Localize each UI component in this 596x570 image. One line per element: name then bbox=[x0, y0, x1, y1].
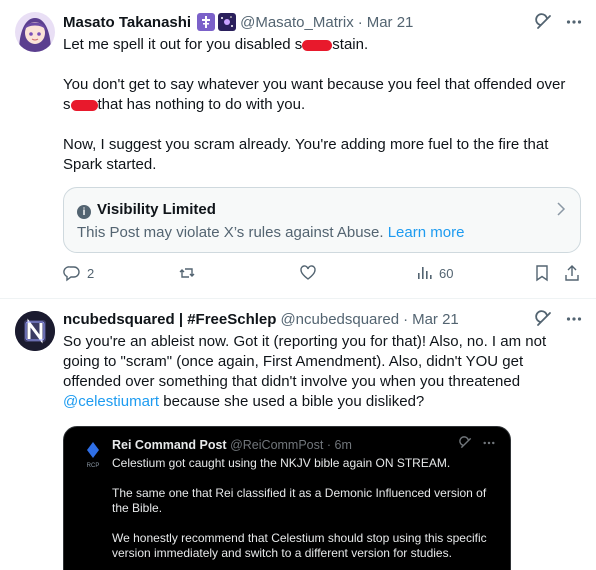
tweet-masato[interactable]: Masato Takanashi @Masato_Matrix · Mar 21… bbox=[0, 0, 596, 299]
grok-icon[interactable] bbox=[534, 309, 554, 329]
tweet-header: ncubedsquared | #FreeSchlep @ncubedsquar… bbox=[63, 309, 584, 329]
info-icon: i bbox=[77, 205, 91, 219]
reply-button[interactable]: 2 bbox=[63, 264, 94, 282]
text-para2-line1: You don't get to say whatever you want b… bbox=[63, 76, 566, 93]
embedded-para1: Celestium got caught using the NKJV bibl… bbox=[112, 456, 451, 470]
like-button[interactable] bbox=[299, 264, 317, 282]
tweet-text: Let me spell it out for you disabled s st… bbox=[63, 35, 582, 175]
bookmark-button[interactable] bbox=[533, 264, 551, 282]
embedded-text: Celestium got caught using the NKJV bibl… bbox=[112, 456, 502, 570]
tweet-ncubedsquared[interactable]: ncubedsquared | #FreeSchlep @ncubedsquar… bbox=[0, 299, 596, 570]
views-icon bbox=[418, 267, 432, 279]
author-handle[interactable]: @Masato_Matrix bbox=[240, 14, 354, 31]
tweet-text: So you're an ableist now. Got it (report… bbox=[63, 332, 582, 412]
separator-dot: · bbox=[403, 310, 409, 328]
visibility-body: This Post may violate X’s rules against … bbox=[77, 224, 464, 241]
grok-icon[interactable] bbox=[534, 12, 554, 32]
embedded-time: 6m bbox=[334, 438, 352, 452]
action-bar: 2 60 bbox=[63, 264, 581, 284]
more-icon bbox=[483, 441, 495, 445]
svg-text:RCP: RCP bbox=[87, 463, 100, 469]
like-icon bbox=[300, 265, 316, 280]
visibility-title: Visibility Limited bbox=[97, 201, 216, 218]
redaction-mark bbox=[70, 99, 98, 111]
mention-link[interactable]: @celestiumart bbox=[63, 393, 159, 410]
views-button[interactable]: 60 bbox=[415, 264, 453, 282]
separator-dot: · bbox=[357, 13, 363, 31]
embedded-header: Rei Command Post @ReiCommPost · 6m bbox=[112, 438, 352, 452]
separator-dot: · bbox=[326, 438, 332, 452]
galaxy-emoji-icon bbox=[218, 13, 237, 31]
learn-more-link[interactable]: Learn more bbox=[388, 224, 465, 241]
share-icon bbox=[565, 265, 579, 281]
cross-emoji-icon bbox=[197, 13, 216, 31]
repost-icon bbox=[179, 268, 195, 278]
grok-icon bbox=[459, 436, 472, 449]
bookmark-icon bbox=[536, 265, 548, 282]
more-icon[interactable] bbox=[564, 309, 584, 329]
chevron-right-icon bbox=[556, 202, 566, 221]
avatar[interactable] bbox=[15, 311, 55, 351]
text-line1-after: stain. bbox=[332, 36, 369, 53]
tweet-header: Masato Takanashi @Masato_Matrix · Mar 21 bbox=[63, 12, 584, 32]
header-actions bbox=[534, 12, 584, 32]
embedded-header-icons bbox=[459, 436, 496, 450]
post-date[interactable]: Mar 21 bbox=[412, 311, 459, 328]
visibility-body-text: This Post may violate X’s rules against … bbox=[77, 224, 384, 241]
embedded-para2: The same one that Rei classified it as a… bbox=[112, 486, 487, 515]
text-after-mention: because she used a bible you disliked? bbox=[159, 393, 425, 410]
embedded-para3: We honestly recommend that Celestium sho… bbox=[112, 531, 487, 560]
author-name[interactable]: ncubedsquared | #FreeSchlep bbox=[63, 311, 276, 328]
author-name[interactable]: Masato Takanashi bbox=[63, 14, 191, 31]
rcp-logo-icon: RCP bbox=[84, 441, 102, 469]
text-para2-line2-before: s bbox=[63, 96, 71, 113]
more-icon[interactable] bbox=[564, 12, 584, 32]
reply-count: 2 bbox=[87, 265, 95, 281]
avatar[interactable] bbox=[15, 12, 55, 52]
text-line1-before: Let me spell it out for you disabled s bbox=[63, 36, 303, 53]
embedded-handle: @ReiCommPost bbox=[230, 438, 324, 452]
redaction-mark bbox=[302, 39, 333, 51]
author-handle[interactable]: @ncubedsquared bbox=[280, 311, 399, 328]
visibility-limited-card[interactable]: i Visibility Limited This Post may viola… bbox=[63, 187, 581, 253]
reply-icon bbox=[63, 266, 80, 282]
embedded-author-name: Rei Command Post bbox=[112, 438, 227, 452]
header-actions bbox=[534, 309, 584, 329]
post-date[interactable]: Mar 21 bbox=[367, 14, 414, 31]
views-count: 60 bbox=[439, 265, 454, 281]
text-before-mention: So you're an ableist now. Got it (report… bbox=[63, 333, 551, 390]
text-para2-line2-after: that has nothing to do with you. bbox=[97, 96, 306, 113]
repost-button[interactable] bbox=[178, 264, 196, 282]
share-button[interactable] bbox=[563, 264, 581, 282]
text-para3: Now, I suggest you scram already. You're… bbox=[63, 136, 553, 173]
embedded-screenshot[interactable]: RCP Rei Command Post @ReiCommPost · 6m C… bbox=[63, 426, 511, 570]
